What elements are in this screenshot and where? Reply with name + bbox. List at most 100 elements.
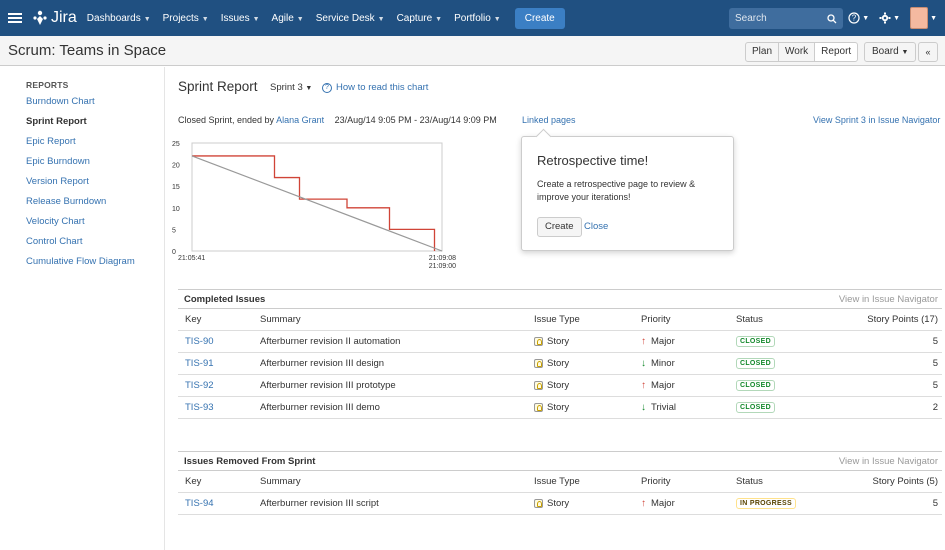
story-icon: [534, 499, 543, 508]
reports-sidebar: REPORTS Burndown Chart Sprint Report Epi…: [0, 67, 165, 550]
column-header: Priority: [641, 476, 671, 487]
report-title: Sprint Report: [178, 79, 258, 94]
sidebar-item-epic-burndown[interactable]: Epic Burndown: [26, 156, 135, 176]
view-switcher: Plan Work Report: [745, 42, 859, 62]
sprint-info: Closed Sprint, ended by Alana Grant 23/A…: [178, 115, 497, 125]
issue-type: Story: [534, 336, 569, 347]
avatar: [910, 7, 929, 29]
y-tick-label: 5: [172, 227, 176, 234]
sidebar-item-cumulative-flow[interactable]: Cumulative Flow Diagram: [26, 256, 135, 276]
how-to-read-link[interactable]: ? How to read this chart: [322, 82, 428, 93]
help-icon: ?: [848, 12, 860, 24]
table-header-row: Key Summary Issue Type Priority Status Story …: [178, 309, 942, 331]
sidebar-item-sprint-report[interactable]: Sprint Report: [26, 116, 135, 136]
column-header: Key: [185, 314, 202, 325]
issue-key-link[interactable]: TIS-90: [185, 336, 214, 347]
sprint-dates: 23/Aug/14 9:05 PM - 23/Aug/14 9:09 PM: [334, 115, 497, 125]
nav-capture[interactable]: Capture ▼: [397, 13, 443, 24]
nav-agile[interactable]: Agile ▼: [272, 13, 304, 24]
issue-key-link[interactable]: TIS-92: [185, 380, 214, 391]
status-badge: CLOSED: [736, 380, 775, 392]
story-points: 5: [932, 358, 938, 369]
settings-menu[interactable]: ▼: [879, 12, 900, 24]
view-in-navigator-link[interactable]: View in Issue Navigator: [839, 456, 938, 467]
chevron-down-icon: ▼: [143, 15, 151, 23]
chevron-down-icon: ▼: [252, 15, 260, 23]
menu-icon[interactable]: [8, 13, 22, 23]
chart-frame: [191, 142, 443, 252]
story-points: 5: [932, 336, 938, 347]
sidebar-item-velocity-chart[interactable]: Velocity Chart: [26, 216, 135, 236]
section-header: Completed Issues View in Issue Navigator: [178, 289, 942, 309]
section-header: Issues Removed From Sprint View in Issue…: [178, 451, 942, 471]
nav-dashboards[interactable]: Dashboards ▼: [87, 13, 151, 24]
help-menu[interactable]: ? ▼: [848, 12, 869, 24]
table-row: TIS-91 Afterburner revision III design Sto…: [178, 353, 942, 375]
search-input[interactable]: Search: [729, 8, 843, 29]
nav-issues[interactable]: Issues ▼: [221, 13, 260, 24]
status-badge: IN PROGRESS: [736, 498, 796, 510]
issue-key-link[interactable]: TIS-93: [185, 402, 214, 413]
create-button[interactable]: Create: [514, 7, 565, 29]
user-menu[interactable]: ▼: [910, 7, 937, 29]
issue-priority: ↓ Minor: [641, 358, 675, 369]
view-in-navigator-link[interactable]: View in Issue Navigator: [839, 294, 938, 305]
sidebar-item-control-chart[interactable]: Control Chart: [26, 236, 135, 256]
chevron-down-icon: ▼: [862, 14, 870, 22]
popup-close-link[interactable]: Close: [584, 221, 608, 232]
popup-create-button[interactable]: Create: [537, 217, 582, 237]
issue-summary: Afterburner revision III demo: [260, 402, 380, 413]
issue-summary: Afterburner revision II automation: [260, 336, 401, 347]
sidebar-item-burndown-chart[interactable]: Burndown Chart: [26, 96, 135, 116]
sidebar-item-epic-report[interactable]: Epic Report: [26, 136, 135, 156]
retrospective-popup: Retrospective time! Create a retrospecti…: [521, 136, 734, 251]
arrow-up-icon: ↑: [641, 336, 646, 347]
y-tick-label: 15: [172, 184, 180, 191]
sidebar-item-release-burndown[interactable]: Release Burndown: [26, 196, 135, 216]
issue-summary: Afterburner revision III prototype: [260, 380, 396, 391]
issue-type: Story: [534, 358, 569, 369]
board-dropdown[interactable]: Board ▼: [864, 42, 917, 62]
arrow-down-icon: ↓: [641, 402, 646, 413]
nav-portfolio[interactable]: Portfolio ▼: [454, 13, 501, 24]
story-points: 5: [932, 498, 938, 509]
story-icon: [534, 381, 543, 390]
sidebar-title: REPORTS: [26, 80, 69, 90]
issue-priority: ↑ Major: [641, 498, 675, 509]
report-button[interactable]: Report: [814, 42, 859, 62]
column-header: Status: [736, 476, 763, 487]
sidebar-item-version-report[interactable]: Version Report: [26, 176, 135, 196]
linked-pages-link[interactable]: Linked pages: [522, 115, 576, 125]
status-badge: CLOSED: [736, 358, 775, 370]
column-header: Story Points (17): [867, 314, 938, 325]
chevron-down-icon: ▼: [930, 14, 937, 22]
column-header: Status: [736, 314, 763, 325]
issue-type: Story: [534, 380, 569, 391]
collapse-button[interactable]: «: [918, 42, 938, 62]
column-header: Summary: [260, 476, 301, 487]
chevron-down-icon: ▼: [493, 15, 501, 23]
chevron-down-icon: ▼: [201, 15, 209, 23]
table-row: TIS-94 Afterburner revision III script Sto…: [178, 493, 942, 515]
work-button[interactable]: Work: [778, 42, 816, 62]
completed-issues-section: Completed Issues View in Issue Navigator…: [178, 289, 942, 419]
nav-service-desk[interactable]: Service Desk ▼: [316, 13, 385, 24]
sprint-selector[interactable]: Sprint 3 ▼: [270, 82, 312, 93]
top-navigation: Jira Dashboards ▼ Projects ▼ Issues ▼ Agile…: [0, 0, 945, 36]
story-points: 5: [932, 380, 938, 391]
story-icon: [534, 403, 543, 412]
page-title: Scrum: Teams in Space: [8, 42, 167, 59]
arrow-up-icon: ↑: [641, 498, 646, 509]
user-link[interactable]: Alana Grant: [276, 115, 324, 125]
chevron-down-icon: ▼: [435, 15, 443, 23]
issue-key-link[interactable]: TIS-91: [185, 358, 214, 369]
nav-projects[interactable]: Projects ▼: [163, 13, 209, 24]
issue-type: Story: [534, 402, 569, 413]
plan-button[interactable]: Plan: [745, 42, 780, 62]
view-sprint-link[interactable]: View Sprint 3 in Issue Navigator: [813, 115, 940, 125]
issue-key-link[interactable]: TIS-94: [185, 498, 214, 509]
issue-priority: ↓ Trivial: [641, 402, 676, 413]
table-row: TIS-92 Afterburner revision III prototype…: [178, 375, 942, 397]
help-icon: ?: [322, 82, 332, 93]
jira-logo[interactable]: Jira: [32, 9, 77, 27]
